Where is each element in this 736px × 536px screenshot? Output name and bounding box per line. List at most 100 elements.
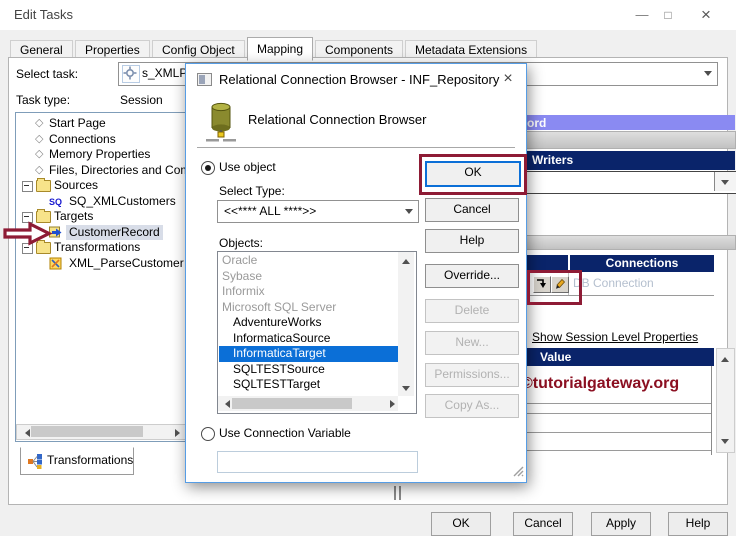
diamond-icon: ◇ [35,163,44,176]
scroll-left-icon[interactable] [221,400,230,408]
tree-item-label: Transformations [54,240,141,254]
footer-cancel-button[interactable]: Cancel [513,512,573,536]
tree-item-label: Start Page [49,116,106,130]
scroll-up-icon[interactable] [402,255,410,264]
object-informaticatarget[interactable]: InformaticaTarget [219,346,411,362]
chevron-down-icon[interactable] [714,172,736,191]
object-informaticasource[interactable]: InformaticaSource [219,331,411,347]
objects-vertical-scrollbar[interactable] [398,252,414,396]
title-bar: Edit Tasks — □ × [0,0,736,30]
scroll-down-icon[interactable] [721,439,729,448]
dialog-close-icon[interactable]: × [496,69,520,89]
tree-item-label: Memory Properties [49,147,151,161]
annotation-box-connection [527,270,582,305]
watermark-text: ©tutorialgateway.org [521,375,680,392]
diamond-icon: ◇ [35,117,44,129]
connections-header-text: Connections [605,256,679,270]
tab-mapping[interactable]: Mapping [247,37,314,61]
scrollbar-thumb[interactable] [232,398,352,409]
footer-help-button[interactable]: Help [668,512,728,536]
maximize-icon[interactable]: □ [658,6,678,24]
record-header-text: ord [527,116,547,130]
use-connection-variable-radio[interactable] [201,427,215,441]
resize-grip-icon[interactable] [512,465,524,480]
tree-item-start-page[interactable]: ◇ Start Page [16,116,186,131]
cancel-button[interactable]: Cancel [425,198,519,222]
objects-label: Objects: [219,236,264,250]
select-type-label: Select Type: [219,184,285,198]
value-vertical-scrollbar[interactable] [716,348,735,453]
dialog-heading: Relational Connection Browser [248,112,427,127]
new-button: New... [425,331,519,355]
transformation-icon [49,257,63,270]
object-microsoft-sql-server[interactable]: Microsoft SQL Server [219,300,400,316]
transformations-tab-icon [28,454,43,472]
navigator-tree: ◇ Start Page ◇ Connections ◇ Memory Propertie… [15,112,187,442]
database-cylinder-icon [204,100,238,147]
object-sqltestsource[interactable]: SQLTESTSource [219,362,411,378]
override-button[interactable]: Override... [425,264,519,288]
connection-variable-input[interactable] [217,451,418,473]
collapse-icon[interactable] [22,181,33,192]
footer-ok-button[interactable]: OK [431,512,491,536]
value-header-text: Value [540,350,572,364]
use-object-radio[interactable] [201,161,215,175]
object-informix[interactable]: Informix [219,284,400,300]
source-qualifier-icon: SQ [49,196,63,207]
tab-transformations-bottom[interactable]: Transformations [20,447,134,475]
tree-item-sources[interactable]: Sources [16,178,186,193]
object-sqltesttarget[interactable]: SQLTESTTarget [219,377,411,393]
select-type-combobox[interactable]: <<**** ALL ****>> [217,200,419,223]
copy-as-button: Copy As... [425,394,519,418]
tree-item-label: Files, Directories and Com [49,162,187,177]
select-task-value: s_XMLP [142,66,188,80]
diamond-icon: ◇ [35,148,44,160]
help-button[interactable]: Help [425,229,519,253]
scroll-down-icon[interactable] [402,386,410,395]
tree-item-label: SQ_XMLCustomers [69,193,176,208]
tree-item-label: Sources [54,178,99,192]
separator [197,147,515,148]
scroll-up-icon[interactable] [721,353,729,362]
splitter-handle[interactable] [394,486,396,500]
tree-item-label: Targets [54,209,94,223]
folder-icon [36,178,51,192]
use-object-label: Use object [219,160,276,174]
task-type-value: Session [120,93,163,107]
object-adventureworks[interactable]: AdventureWorks [219,315,411,331]
scroll-right-icon[interactable] [175,429,184,437]
chevron-down-icon[interactable] [405,209,413,218]
object-sybase[interactable]: Sybase [219,269,400,285]
scroll-left-icon[interactable] [21,429,30,437]
dialog-window-icon [197,73,212,89]
tree-item-sq-xmlcustomers[interactable]: SQ SQ_XMLCustomers [16,193,186,209]
window-title: Edit Tasks [14,7,74,22]
minimize-icon[interactable]: — [632,6,652,24]
chevron-down-icon[interactable] [704,71,712,80]
delete-button: Delete [425,299,519,323]
tree-item-label: CustomerRecord [66,224,163,240]
task-type-label: Task type: [16,93,71,107]
session-level-properties-link[interactable]: Show Session Level Properties [532,330,698,344]
connection-value-placeholder: DB Connection [573,276,654,290]
close-icon[interactable]: × [696,6,716,24]
footer-apply-button[interactable]: Apply [591,512,651,536]
objects-listbox[interactable]: Oracle Sybase Informix Microsoft SQL Server… [217,251,417,414]
tree-item-memory-properties[interactable]: ◇ Memory Properties [16,147,186,162]
tree-item-connections[interactable]: ◇ Connections [16,132,186,147]
scrollbar-thumb[interactable] [31,426,143,437]
object-oracle[interactable]: Oracle [219,253,400,269]
dialog-title: Relational Connection Browser - INF_Repo… [219,72,500,87]
annotation-box-ok [419,154,527,195]
writers-header-text: Writers [532,153,574,167]
objects-horizontal-scrollbar[interactable] [218,396,398,411]
tree-horizontal-scrollbar[interactable] [16,424,186,440]
permissions-button: Permissions... [425,363,519,387]
tree-item-xml-parsecustomer[interactable]: XML_ParseCustomer [16,256,186,271]
tree-item-files-directories-and-com[interactable]: ◇ Files, Directories and Com [16,162,187,178]
session-gear-icon [122,65,140,83]
use-connection-variable-label: Use Connection Variable [219,426,351,440]
select-type-value: <<**** ALL ****>> [224,204,317,218]
splitter-handle[interactable] [399,486,401,500]
scroll-right-icon[interactable] [390,400,399,408]
